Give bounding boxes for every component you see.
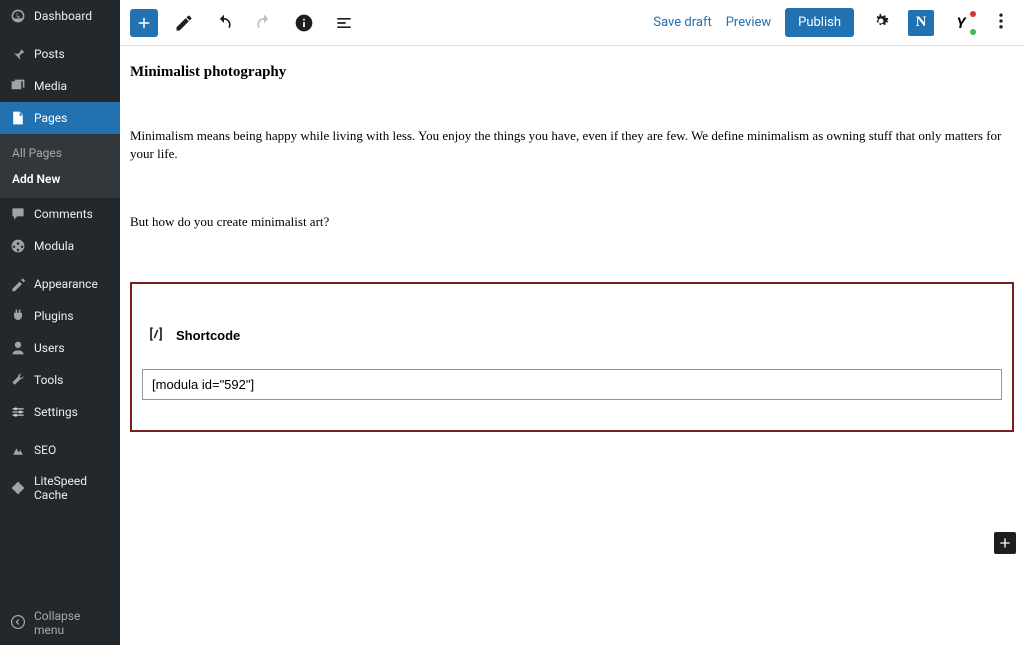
document-outline-button[interactable] (330, 9, 358, 37)
tools-icon (10, 372, 26, 388)
plugin-n-button[interactable]: N (908, 10, 934, 36)
sidebar-item-appearance[interactable]: Appearance (0, 268, 120, 300)
sidebar-item-label: Modula (34, 239, 74, 253)
shortcode-input[interactable] (142, 369, 1002, 400)
submenu-add-new[interactable]: Add New (0, 166, 120, 192)
comments-icon (10, 206, 26, 222)
editor-canvas[interactable]: Minimalist photography Minimalism means … (120, 46, 1024, 645)
sidebar-item-media[interactable]: Media (0, 70, 120, 102)
editor-topbar: Save draft Preview Publish N Y (120, 0, 1024, 46)
sidebar-item-label: Media (34, 79, 67, 93)
sidebar-item-label: Tools (34, 373, 63, 387)
editor-main: Save draft Preview Publish N Y Mini (120, 0, 1024, 645)
sidebar-item-plugins[interactable]: Plugins (0, 300, 120, 332)
sidebar-item-pages[interactable]: Pages (0, 102, 120, 134)
redo-button[interactable] (250, 9, 278, 37)
sidebar-item-seo[interactable]: SEO (0, 434, 120, 466)
sidebar-item-dashboard[interactable]: Dashboard (0, 0, 120, 32)
shortcode-title: Shortcode (176, 328, 240, 343)
appearance-icon (10, 276, 26, 292)
admin-sidebar: Dashboard Posts Media Pages All Pages Ad… (0, 0, 120, 645)
undo-button[interactable] (210, 9, 238, 37)
gear-icon (871, 11, 891, 35)
sidebar-item-settings[interactable]: Settings (0, 396, 120, 428)
seo-icon (10, 442, 26, 458)
status-dot-green (970, 29, 976, 35)
more-options-button[interactable] (988, 10, 1014, 36)
litespeed-icon (10, 480, 26, 496)
submenu-all-pages[interactable]: All Pages (0, 140, 120, 166)
sidebar-item-label: Plugins (34, 309, 74, 323)
preview-link[interactable]: Preview (726, 15, 771, 30)
sidebar-item-litespeed[interactable]: LiteSpeed Cache (0, 466, 120, 510)
modula-icon (10, 238, 26, 254)
yoast-label: Y (956, 14, 965, 32)
edit-mode-button[interactable] (170, 9, 198, 37)
post-title[interactable]: Minimalist photography (130, 64, 1014, 81)
paragraph-block[interactable]: Minimalism means being happy while livin… (130, 127, 1014, 163)
sidebar-item-label: Comments (34, 207, 93, 221)
add-block-fab[interactable] (994, 532, 1016, 554)
paragraph-block[interactable]: But how do you create minimalist art? (130, 213, 1014, 231)
collapse-label: Collapse menu (34, 609, 110, 637)
yoast-button[interactable]: Y (948, 10, 974, 36)
users-icon (10, 340, 26, 356)
sidebar-item-label: Users (34, 341, 65, 355)
add-block-button[interactable] (130, 9, 158, 37)
media-icon (10, 78, 26, 94)
sidebar-item-label: Pages (34, 111, 67, 125)
plugins-icon (10, 308, 26, 324)
info-button[interactable] (290, 9, 318, 37)
shortcode-icon (146, 324, 166, 347)
dashboard-icon (10, 8, 26, 24)
sidebar-item-label: Settings (34, 405, 78, 419)
publish-button[interactable]: Publish (785, 8, 854, 37)
sidebar-item-label: LiteSpeed Cache (34, 474, 110, 502)
kebab-icon (991, 11, 1011, 35)
pages-icon (10, 110, 26, 126)
sidebar-item-tools[interactable]: Tools (0, 364, 120, 396)
sidebar-item-users[interactable]: Users (0, 332, 120, 364)
sidebar-item-posts[interactable]: Posts (0, 38, 120, 70)
sidebar-item-label: Appearance (34, 277, 98, 291)
sidebar-item-modula[interactable]: Modula (0, 230, 120, 262)
sidebar-collapse[interactable]: Collapse menu (0, 601, 120, 645)
status-dot-red (970, 11, 976, 17)
sidebar-item-comments[interactable]: Comments (0, 198, 120, 230)
sidebar-pages-submenu: All Pages Add New (0, 134, 120, 198)
sidebar-item-label: Dashboard (34, 9, 92, 23)
collapse-icon (10, 614, 26, 633)
settings-icon (10, 404, 26, 420)
shortcode-block[interactable]: Shortcode (130, 282, 1014, 432)
settings-gear-button[interactable] (868, 10, 894, 36)
sidebar-item-label: Posts (34, 47, 65, 61)
sidebar-item-label: SEO (34, 443, 56, 457)
save-draft-link[interactable]: Save draft (653, 15, 711, 30)
pin-icon (10, 46, 26, 62)
